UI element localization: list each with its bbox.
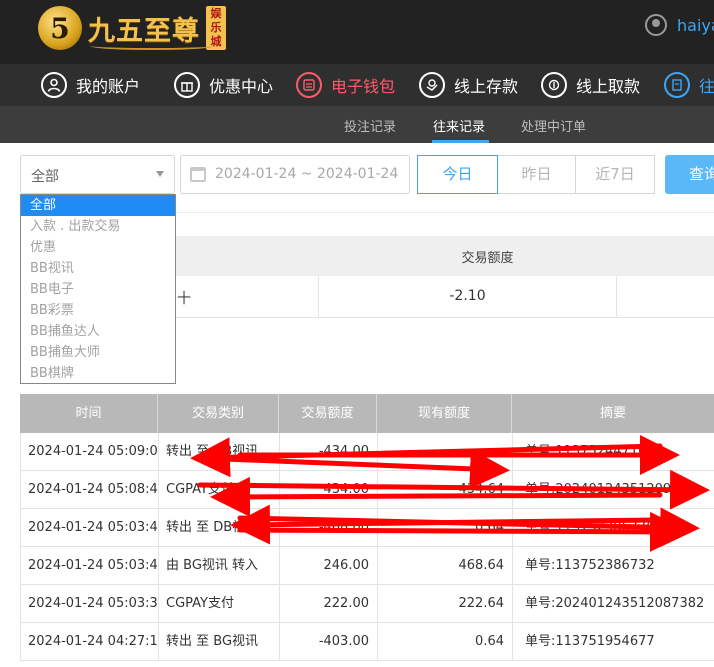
transaction-type-select[interactable]: 全部 <box>20 155 175 194</box>
summary-label-fragment: 十 <box>177 291 191 307</box>
date-range-input[interactable]: 2024-01-24 ~ 2024-01-24 <box>180 155 410 194</box>
cell-type: 转出 至 DB视讯 <box>159 509 280 546</box>
last-7-days-button[interactable]: 近7日 <box>575 155 655 194</box>
nav-label: 往 <box>699 77 714 96</box>
nav-label: 电子钱包 <box>331 77 396 96</box>
cell-amount: -403.00 <box>280 623 378 660</box>
option-bb-chess[interactable]: BB棋牌 <box>21 363 175 384</box>
transaction-type-dropdown[interactable]: 全部 入款 . 出款交易 优惠 BB视讯 BB电子 BB彩票 BB捕鱼达人 BB… <box>20 194 176 384</box>
deposit-icon <box>419 72 445 98</box>
record-icon <box>664 72 690 98</box>
tab-bet-records[interactable]: 投注记录 <box>344 116 396 135</box>
cell-time: 2024-01-24 05:09:01 <box>21 433 159 470</box>
cell-balance: 0.64 <box>378 623 513 660</box>
cell-amount: 222.00 <box>280 585 378 622</box>
option-bb-fishing-grand[interactable]: BB捕鱼大师 <box>21 342 175 363</box>
caret-down-icon <box>156 171 164 177</box>
table-header: 时间 交易类别 交易额度 现有额度 摘要 <box>20 394 714 433</box>
logo-badge-icon: 5 <box>38 6 82 50</box>
table-row: 2024-01-24 05:08:49 CGPAY支付 434.00 434.64 单号… <box>20 471 714 509</box>
cell-type: 由 BG视讯 转入 <box>159 547 280 584</box>
nav-label: 我的账户 <box>76 77 141 96</box>
option-bb-live[interactable]: BB视讯 <box>21 258 175 279</box>
option-bb-slots[interactable]: BB电子 <box>21 279 175 300</box>
gift-icon <box>174 72 200 98</box>
column-summary: 摘要 <box>599 406 626 421</box>
cell-amount: 434.00 <box>280 471 378 508</box>
table-row: 2024-01-24 05:03:32 CGPAY支付 222.00 222.64 单号… <box>20 585 714 623</box>
table-row: 2024-01-24 05:03:46 转出 至 DB视讯 -468.00 0.64 单… <box>20 509 714 547</box>
cell-balance: 222.64 <box>378 585 513 622</box>
cell-summary: 单号:202401243512087382 <box>525 596 705 611</box>
column-type: 交易类别 <box>158 394 279 433</box>
user-avatar-icon <box>645 14 667 36</box>
logo-flourish <box>90 42 214 50</box>
nav-label: 优惠中心 <box>209 77 274 96</box>
option-bb-fishing-master[interactable]: BB捕鱼达人 <box>21 321 175 342</box>
nav-label: 线上取款 <box>576 77 641 96</box>
cell-summary: 单号:113752386770 <box>525 520 655 535</box>
tab-transaction-records[interactable]: 往来记录 <box>433 116 485 135</box>
user-menu[interactable]: haiya <box>645 14 714 36</box>
page: 5 九五至尊 娱乐城 haiya 我的账户 优惠中心 电子钱包 <box>0 0 714 667</box>
cell-type: CGPAY支付 <box>159 471 280 508</box>
cell-time: 2024-01-24 05:03:46 <box>21 509 159 546</box>
wallet-icon <box>296 72 322 98</box>
cell-type: 转出 至 BG视讯 <box>159 623 280 660</box>
top-header: 5 九五至尊 娱乐城 haiya <box>0 0 714 64</box>
cell-summary: 单号:113752447168 <box>525 444 655 459</box>
option-bb-lottery[interactable]: BB彩票 <box>21 300 175 321</box>
summary-header-amount: 交易额度 <box>461 251 514 266</box>
cell-amount: -434.00 <box>280 433 378 470</box>
nav-my-account[interactable]: 我的账户 <box>41 70 140 100</box>
today-button[interactable]: 今日 <box>417 155 498 194</box>
table-row: 2024-01-24 05:03:46 由 BG视讯 转入 246.00 468.64… <box>20 547 714 585</box>
user-icon <box>41 72 67 98</box>
select-value: 全部 <box>31 169 59 185</box>
cell-time: 2024-01-24 05:03:46 <box>21 547 159 584</box>
query-button[interactable]: 查询 <box>665 155 714 194</box>
transaction-table: 时间 交易类别 交易额度 现有额度 摘要 2024-01-24 05:09:01… <box>20 394 714 661</box>
cell-time: 2024-01-24 05:08:49 <box>21 471 159 508</box>
cell-balance: 0.64 <box>378 509 513 546</box>
active-tab-indicator <box>432 140 489 143</box>
date-range-value: 2024-01-24 ~ 2024-01-24 <box>215 166 399 182</box>
tab-pending-orders[interactable]: 处理中订单 <box>521 116 586 135</box>
nav-e-wallet[interactable]: 电子钱包 <box>296 70 395 100</box>
cell-balance: 434.64 <box>378 471 513 508</box>
summary-amount: -2.10 <box>449 288 486 304</box>
cell-summary: 单号:113752386732 <box>525 558 655 573</box>
cell-time: 2024-01-24 05:03:32 <box>21 585 159 622</box>
cell-balance: 468.64 <box>378 547 513 584</box>
column-balance: 现有额度 <box>377 394 512 433</box>
cell-amount: -468.00 <box>280 509 378 546</box>
nav-label: 线上存款 <box>454 77 519 96</box>
column-time: 时间 <box>20 394 158 433</box>
nav-records[interactable]: 往 <box>664 70 714 100</box>
cell-type: 转出 至 DB视讯 <box>159 433 280 470</box>
cell-type: CGPAY支付 <box>159 585 280 622</box>
table-row: 2024-01-24 04:27:19 转出 至 BG视讯 -403.00 0.64 单… <box>20 623 714 661</box>
table-body: 2024-01-24 05:09:01 转出 至 DB视讯 -434.00 单号:11… <box>20 433 714 661</box>
cell-divider <box>616 276 617 318</box>
cell-time: 2024-01-24 04:27:19 <box>21 623 159 660</box>
cell-summary: 单号:202401243512094 <box>525 482 680 497</box>
sub-nav: 投注记录 往来记录 处理中订单 <box>0 106 714 143</box>
nav-online-withdraw[interactable]: 线上取款 <box>541 70 640 100</box>
table-row: 2024-01-24 05:09:01 转出 至 DB视讯 -434.00 单号:11… <box>20 433 714 471</box>
option-deposit-withdraw[interactable]: 入款 . 出款交易 <box>21 216 175 237</box>
nav-promotions[interactable]: 优惠中心 <box>174 70 273 100</box>
cell-summary: 单号:113751954677 <box>525 634 655 649</box>
calendar-icon <box>190 167 206 182</box>
column-amount: 交易额度 <box>279 394 377 433</box>
option-promotion[interactable]: 优惠 <box>21 237 175 258</box>
yesterday-button[interactable]: 昨日 <box>497 155 576 194</box>
cell-amount: 246.00 <box>280 547 378 584</box>
withdraw-icon <box>541 72 567 98</box>
username[interactable]: haiya <box>677 16 714 35</box>
cell-balance <box>378 433 513 470</box>
nav-online-deposit[interactable]: 线上存款 <box>419 70 518 100</box>
option-all[interactable]: 全部 <box>21 195 175 216</box>
main-nav: 我的账户 优惠中心 电子钱包 线上存款 线上取款 往 <box>0 64 714 106</box>
